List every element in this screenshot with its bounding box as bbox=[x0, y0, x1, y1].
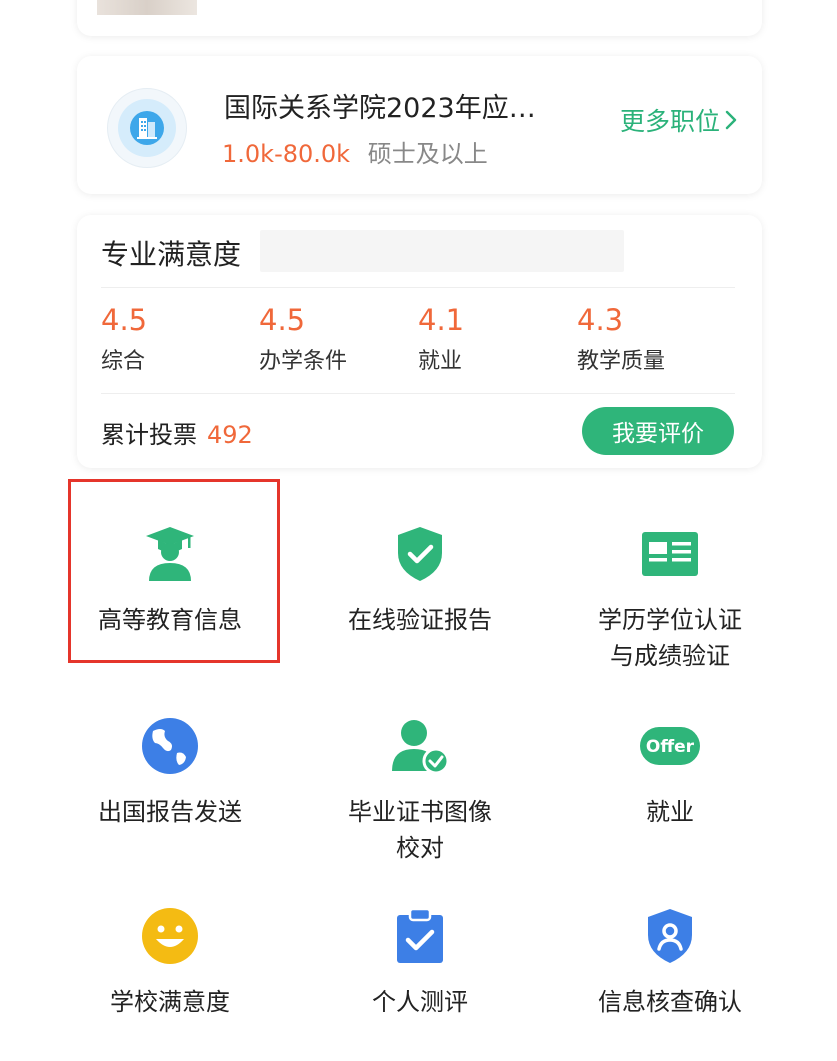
more-jobs-label: 更多职位 bbox=[619, 107, 720, 136]
building-icon bbox=[107, 88, 187, 168]
score-value: 4.5 bbox=[259, 303, 306, 337]
grid-item-label: 出国报告发送 bbox=[98, 798, 242, 826]
score-overall: 4.5 综合 bbox=[101, 303, 147, 375]
grid-item-label: 学历学位认证 与成绩验证 bbox=[598, 606, 742, 670]
score-label: 办学条件 bbox=[259, 349, 348, 374]
rate-button[interactable]: 我要评价 bbox=[582, 407, 734, 455]
blurred-field bbox=[260, 230, 624, 272]
grid-item-online-verification[interactable]: 在线验证报告 bbox=[310, 522, 530, 638]
grid-item-school-satisfaction[interactable]: 学校满意度 bbox=[60, 904, 280, 1020]
highlight-box bbox=[68, 479, 280, 663]
divider bbox=[101, 393, 735, 394]
score-teaching: 4.3 教学质量 bbox=[577, 303, 665, 375]
job-degree: 硕士及以上 bbox=[367, 140, 488, 168]
more-jobs-link[interactable]: 更多职位 bbox=[620, 102, 738, 138]
grid-item-personal-assessment[interactable]: 个人测评 bbox=[310, 904, 530, 1020]
job-card[interactable]: 国际关系学院2023年应… 1.0k-80.0k 硕士及以上 更多职位 bbox=[77, 56, 762, 194]
grid-item-certificate-check[interactable]: 毕业证书图像 校对 bbox=[310, 714, 530, 866]
offer-icon-text: Offer bbox=[646, 737, 695, 757]
score-value: 4.1 bbox=[418, 303, 465, 337]
id-card-icon bbox=[638, 522, 702, 586]
score-facilities: 4.5 办学条件 bbox=[259, 303, 347, 375]
smiley-icon bbox=[138, 904, 202, 968]
chevron-right-icon bbox=[725, 110, 737, 130]
vote-number: 492 bbox=[207, 421, 253, 449]
grid-item-overseas-report[interactable]: 出国报告发送 bbox=[60, 714, 280, 830]
thumbnail-image bbox=[97, 0, 197, 15]
score-label: 综合 bbox=[101, 349, 146, 374]
shield-user-icon bbox=[638, 904, 702, 968]
grid-item-label: 就业 bbox=[646, 798, 694, 826]
user-check-icon bbox=[388, 714, 452, 778]
grid-item-label: 个人测评 bbox=[372, 988, 468, 1016]
grid-item-info-verification[interactable]: 信息核查确认 bbox=[560, 904, 780, 1020]
offer-icon: Offer bbox=[638, 714, 702, 778]
score-value: 4.3 bbox=[577, 303, 624, 337]
grid-item-label: 学校满意度 bbox=[110, 988, 230, 1016]
grid-item-label: 信息核查确认 bbox=[598, 988, 742, 1016]
clipboard-check-icon bbox=[388, 904, 452, 968]
divider bbox=[101, 287, 735, 288]
vote-label: 累计投票 bbox=[101, 421, 197, 449]
score-employment: 4.1 就业 bbox=[418, 303, 464, 375]
grid-item-employment[interactable]: Offer 就业 bbox=[560, 714, 780, 830]
previous-card bbox=[77, 0, 762, 36]
grid-item-label: 在线验证报告 bbox=[348, 606, 492, 634]
grid-item-degree-certification[interactable]: 学历学位认证 与成绩验证 bbox=[560, 522, 780, 674]
grid-item-label: 毕业证书图像 校对 bbox=[348, 798, 492, 862]
job-title[interactable]: 国际关系学院2023年应… bbox=[224, 86, 536, 125]
satisfaction-card: 专业满意度 4.5 综合 4.5 办学条件 4.1 就业 4.3 教学质量 累计… bbox=[77, 215, 762, 468]
score-value: 4.5 bbox=[101, 303, 148, 337]
job-meta: 1.0k-80.0k 硕士及以上 bbox=[222, 134, 488, 169]
score-label: 就业 bbox=[418, 349, 463, 374]
globe-icon bbox=[138, 714, 202, 778]
shield-check-icon bbox=[388, 522, 452, 586]
vote-count: 累计投票 492 bbox=[101, 415, 253, 450]
satisfaction-title: 专业满意度 bbox=[101, 238, 242, 271]
job-salary: 1.0k-80.0k bbox=[222, 140, 351, 168]
score-label: 教学质量 bbox=[577, 349, 666, 374]
